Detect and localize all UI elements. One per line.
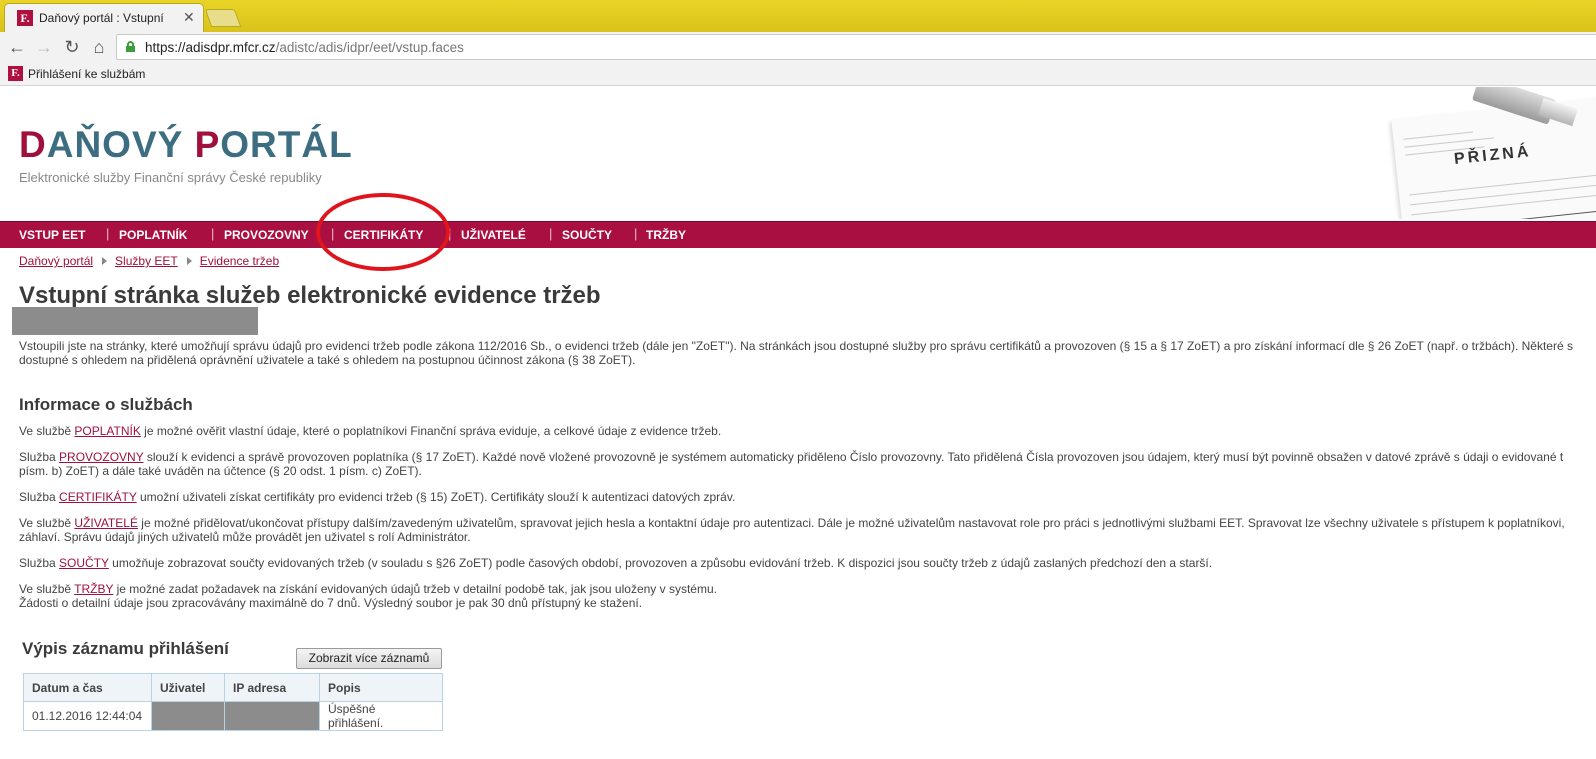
link-poplatnik[interactable]: POPLATNÍK (74, 424, 140, 438)
nav-vstup-eet[interactable]: VSTUP EET (19, 228, 85, 242)
link-uzivatele[interactable]: UŽIVATELÉ (74, 516, 138, 530)
nav-provozovny[interactable]: PROVOZOVNY (224, 228, 309, 242)
breadcrumb-evidence-trzeb[interactable]: Evidence tržeb (200, 254, 279, 268)
table-row: 01.12.2016 12:44:04 Úspěšné přihlášení. (23, 701, 443, 731)
cell-user-redacted (151, 701, 225, 731)
cell-ip-redacted (224, 701, 320, 731)
service-soucty-text: Služba SOUČTY umožňuje zobrazovat součty… (19, 556, 1213, 570)
home-icon[interactable]: ⌂ (89, 37, 109, 57)
service-trzby-text: Ve službě TRŽBY je možné zadat požadavek… (19, 582, 717, 610)
reload-icon[interactable]: ↻ (62, 37, 82, 57)
cell-datetime: 01.12.2016 12:44:04 (23, 701, 152, 731)
column-header-datum: Datum a čas (23, 673, 152, 702)
column-header-uzivatel: Uživatel (151, 673, 225, 702)
main-nav: VSTUP EET | POPLATNÍK | PROVOZOVNY | CER… (0, 221, 1596, 248)
service-poplatnik-text: Ve službě POPLATNÍK je možné ověřit vlas… (19, 424, 722, 438)
service-provozovny-text: Služba PROVOZOVNY slouží k evidenci a sp… (19, 450, 1564, 478)
link-certifikaty[interactable]: CERTIFIKÁTY (59, 490, 137, 504)
breadcrumb: Daňový portál Služby EET Evidence tržeb (19, 254, 279, 268)
lock-icon (126, 41, 135, 52)
new-tab-button[interactable] (204, 9, 242, 27)
back-arrow-icon[interactable]: ← (7, 37, 27, 57)
browser-tabstrip: F. Daňový portál : Vstupní ✕ (0, 0, 1596, 32)
show-more-records-button[interactable]: Zobrazit více záznamů (296, 648, 442, 669)
nav-trzby[interactable]: TRŽBY (646, 228, 686, 242)
page-title: Vstupní stránka služeb elektronické evid… (19, 282, 601, 309)
bookmarks-bar: F. Přihlášení ke službám (0, 62, 1596, 86)
column-header-ip: IP adresa (224, 673, 320, 702)
browser-toolbar: ← → ↻ ⌂ https://adisdpr.mfcr.cz/adistc/a… (0, 32, 1596, 62)
site-tagline: Elektronické služby Finanční správy Česk… (19, 170, 322, 185)
site-logo[interactable]: DAŇOVÝ PORTÁL (19, 124, 353, 166)
tab-title: Daňový portál : Vstupní (39, 11, 164, 25)
url-text: https://adisdpr.mfcr.cz/adistc/adis/idpr… (145, 40, 464, 55)
site-favicon-icon: F. (17, 10, 33, 26)
column-header-popis: Popis (319, 673, 443, 702)
redacted-block (12, 307, 258, 335)
header-tax-form-illustration: PŘIZNÁ (1384, 87, 1596, 219)
intro-text: Vstoupili jste na stránky, které umožňuj… (19, 339, 1573, 367)
cell-description: Úspěšné přihlášení. (319, 701, 443, 731)
address-bar[interactable]: https://adisdpr.mfcr.cz/adistc/adis/idpr… (116, 34, 1596, 60)
table-header-row: Datum a čas Uživatel IP adresa Popis (23, 673, 443, 702)
browser-tab[interactable]: F. Daňový portál : Vstupní ✕ (4, 3, 204, 32)
breadcrumb-arrow-icon (186, 257, 192, 265)
nav-soucty[interactable]: SOUČTY (562, 228, 612, 242)
link-trzby[interactable]: TRŽBY (74, 582, 113, 596)
breadcrumb-arrow-icon (102, 257, 108, 265)
service-uzivatele-text: Ve službě UŽIVATELÉ je možné přidělovat/… (19, 516, 1565, 544)
breadcrumb-danovy-portal[interactable]: Daňový portál (19, 254, 93, 268)
annotation-circle (316, 193, 450, 271)
login-log-heading: Výpis záznamu přihlášení (22, 639, 229, 658)
breadcrumb-sluzby-eet[interactable]: Služby EET (115, 254, 178, 268)
close-tab-icon[interactable]: ✕ (183, 9, 195, 26)
nav-uzivatele[interactable]: UŽIVATELÉ (461, 228, 526, 242)
nav-poplatnik[interactable]: POPLATNÍK (119, 228, 187, 242)
services-heading: Informace o službách (19, 395, 193, 414)
bookmark-prihlaseni[interactable]: Přihlášení ke službám (28, 67, 145, 81)
forward-arrow-icon[interactable]: → (34, 37, 54, 57)
page-content: DAŇOVÝ PORTÁL Elektronické služby Finanč… (0, 87, 1596, 759)
link-soucty[interactable]: SOUČTY (59, 556, 109, 570)
service-certifikaty-text: Služba CERTIFIKÁTY umožní uživateli získ… (19, 490, 736, 504)
link-provozovny[interactable]: PROVOZOVNY (59, 450, 143, 464)
bookmark-favicon-icon: F. (8, 66, 23, 81)
login-log-table: Datum a čas Uživatel IP adresa Popis 01.… (23, 673, 443, 731)
